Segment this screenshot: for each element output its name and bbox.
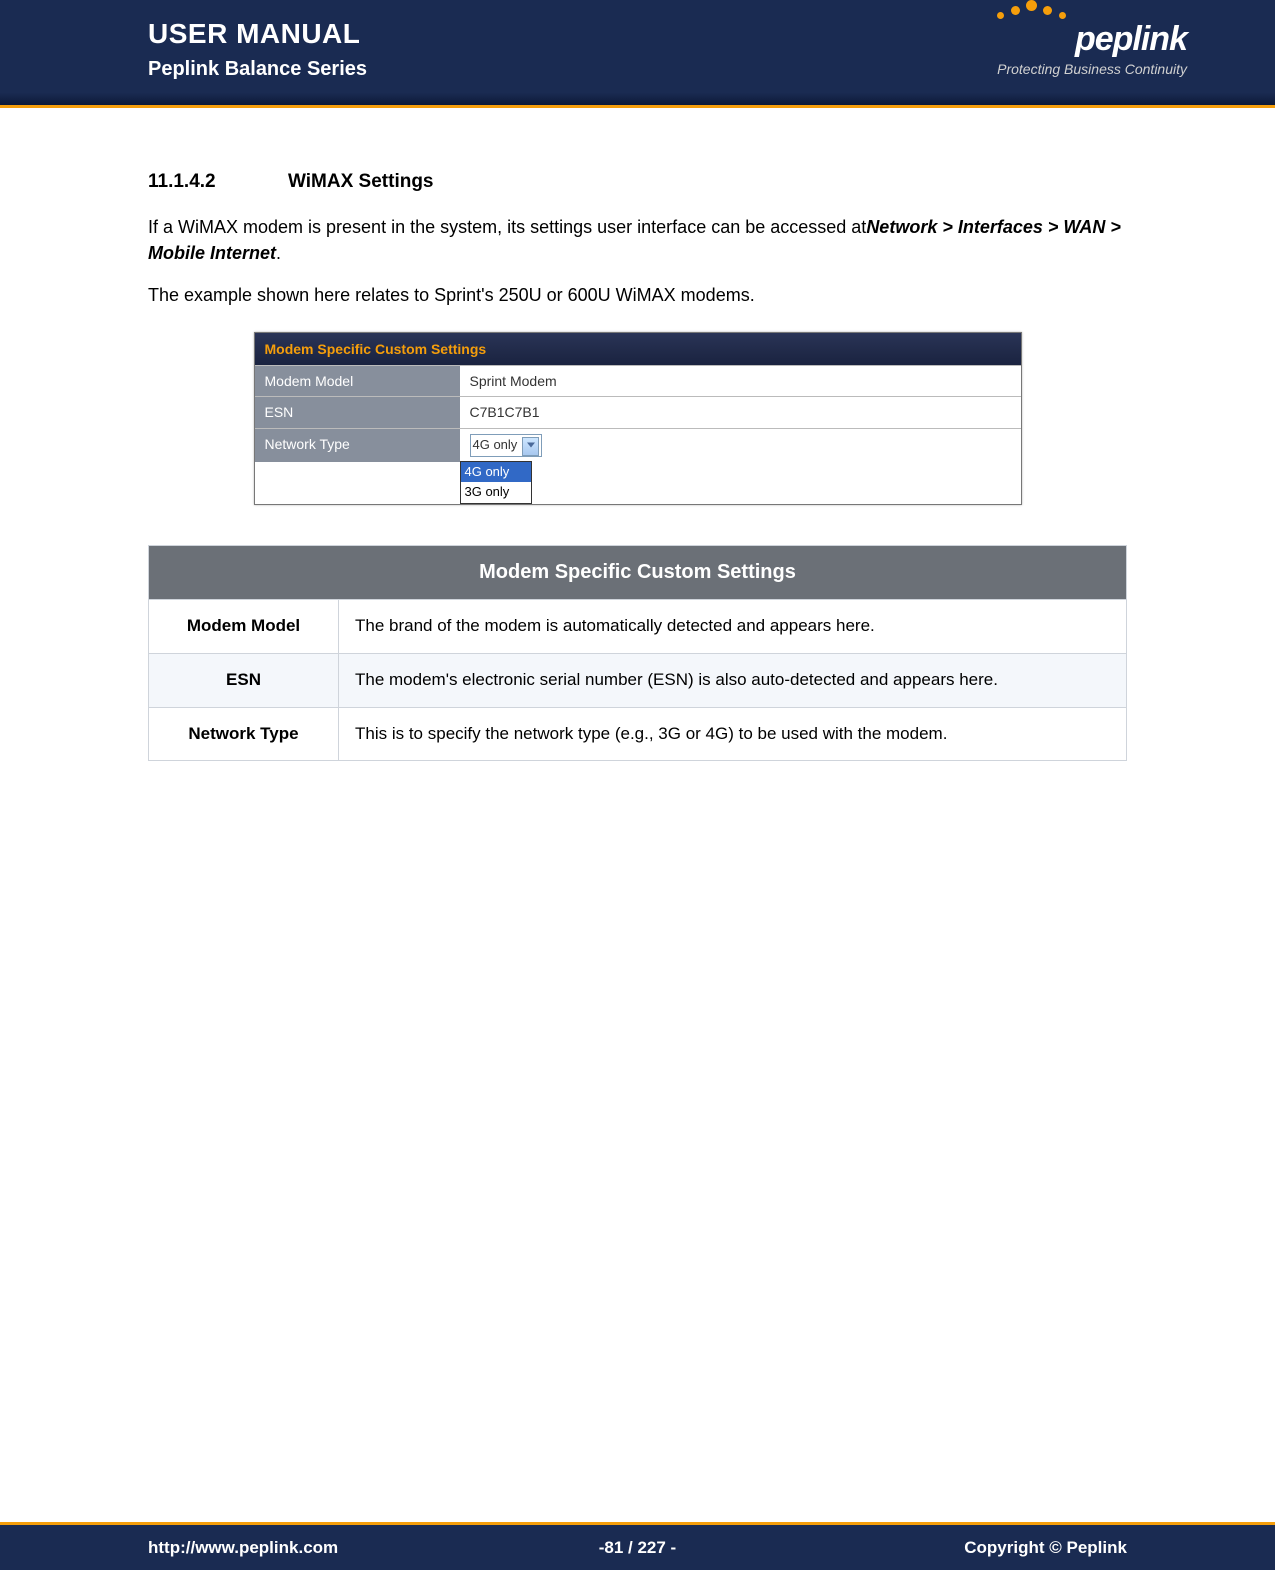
screenshot-label: Modem Model [255, 366, 460, 396]
network-type-dropdown[interactable]: 4G only 3G only [460, 461, 532, 505]
desc-label: ESN [149, 653, 339, 707]
desc-label: Network Type [149, 707, 339, 761]
desc-text: The modem's electronic serial number (ES… [339, 653, 1127, 707]
screenshot-label: ESN [255, 397, 460, 427]
page-footer: http://www.peplink.com -81 / 227 - Copyr… [0, 1522, 1275, 1570]
desc-label: Modem Model [149, 600, 339, 654]
desc-text: The brand of the modem is automatically … [339, 600, 1127, 654]
section-title: WiMAX Settings [288, 168, 434, 196]
description-table: Modem Specific Custom Settings Modem Mod… [148, 545, 1127, 761]
settings-screenshot: Modem Specific Custom Settings Modem Mod… [254, 332, 1022, 505]
screenshot-value: Sprint Modem [460, 366, 1021, 396]
screenshot-value: 4G only [460, 429, 1021, 462]
p1-text: If a WiMAX modem is present in the syste… [148, 217, 866, 237]
logo-tagline: Protecting Business Continuity [997, 61, 1187, 77]
page-content: 11.1.4.2 WiMAX Settings If a WiMAX modem… [0, 108, 1275, 761]
footer-page: -81 / 227 - [474, 1538, 800, 1558]
select-value: 4G only [473, 437, 518, 452]
screenshot-label: Network Type [255, 429, 460, 462]
chevron-down-icon [527, 443, 535, 448]
table-row: Network Type This is to specify the netw… [149, 707, 1127, 761]
p1-end: . [276, 243, 281, 263]
screenshot-title: Modem Specific Custom Settings [255, 333, 1021, 365]
network-type-select[interactable]: 4G only [470, 434, 542, 457]
brand-logo: peplink Protecting Business Continuity [997, 0, 1187, 77]
paragraph-2: The example shown here relates to Sprint… [148, 282, 1127, 308]
table-row: ESN The modem's electronic serial number… [149, 653, 1127, 707]
desc-table-header: Modem Specific Custom Settings [149, 546, 1127, 600]
dropdown-option-3g[interactable]: 3G only [461, 482, 531, 503]
logo-dots-icon [997, 0, 1187, 18]
screenshot-value: C7B1C7B1 [460, 397, 1021, 427]
section-number: 11.1.4.2 [148, 168, 288, 196]
desc-text: This is to specify the network type (e.g… [339, 707, 1127, 761]
dropdown-option-4g[interactable]: 4G only [461, 462, 531, 483]
screenshot-row-modem-model: Modem Model Sprint Modem [255, 365, 1021, 396]
screenshot-row-network-type: Network Type 4G only [255, 428, 1021, 462]
footer-url: http://www.peplink.com [148, 1538, 474, 1558]
screenshot-row-esn: ESN C7B1C7B1 [255, 396, 1021, 427]
footer-copyright: Copyright © Peplink [801, 1538, 1127, 1558]
logo-text: peplink [997, 20, 1187, 59]
page-header: USER MANUAL Peplink Balance Series pepli… [0, 0, 1275, 108]
paragraph-1: If a WiMAX modem is present in the syste… [148, 214, 1127, 266]
table-row: Modem Model The brand of the modem is au… [149, 600, 1127, 654]
